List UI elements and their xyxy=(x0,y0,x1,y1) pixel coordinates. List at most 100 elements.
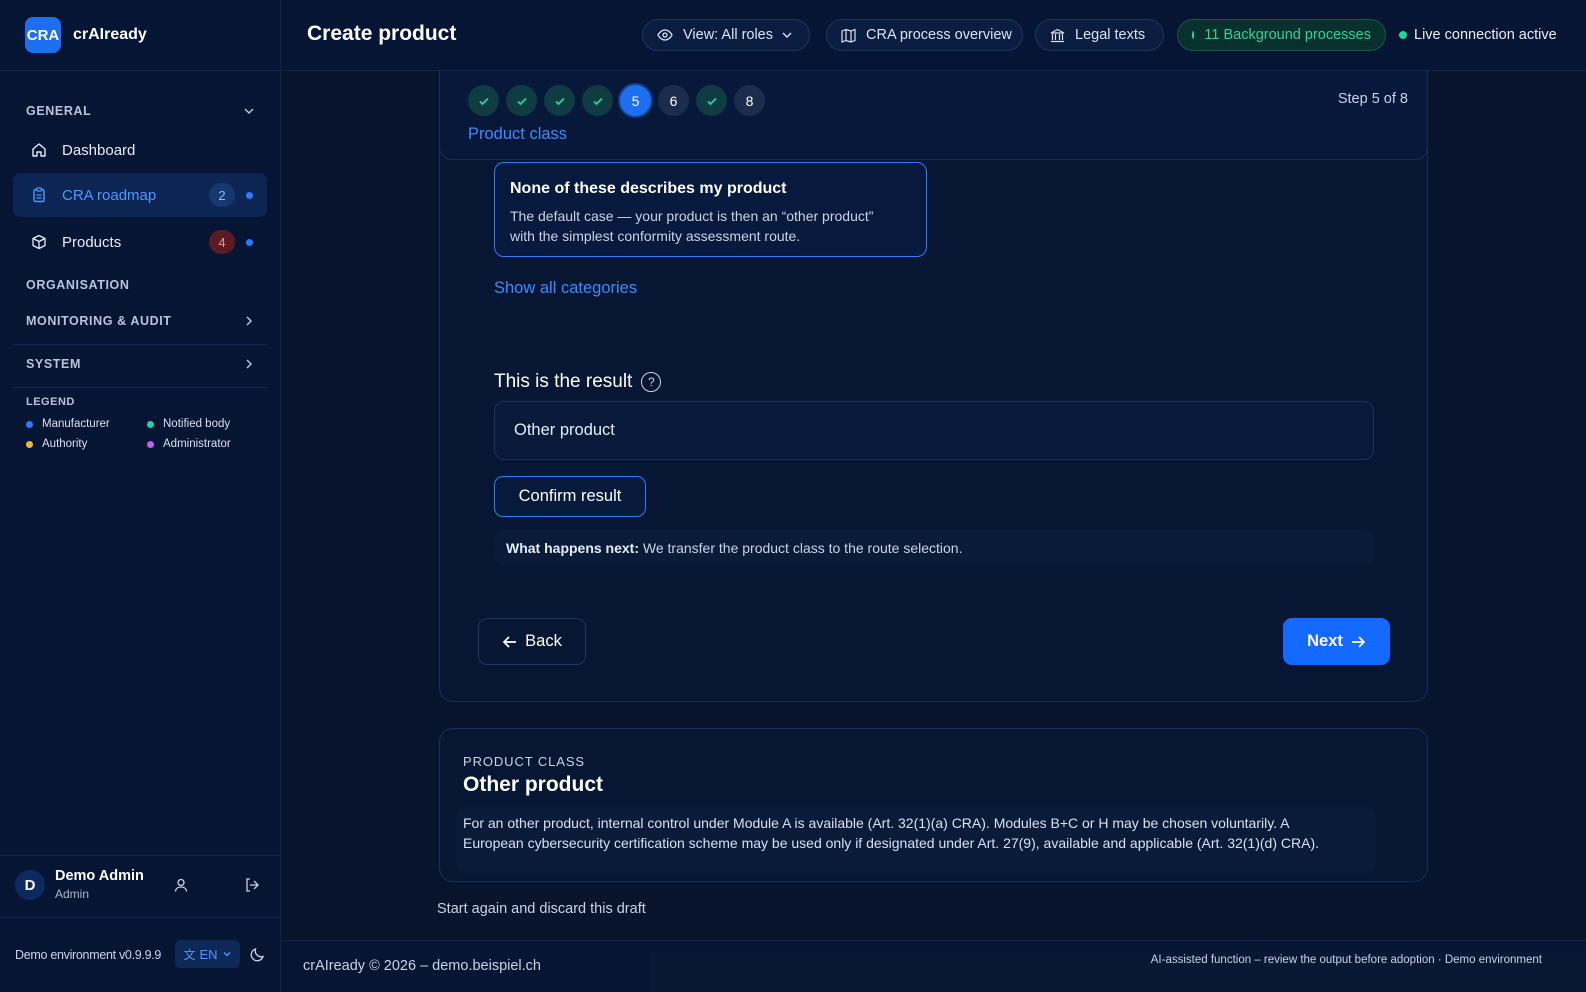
next-steps-note: What happens next: We transfer the produ… xyxy=(494,530,1374,565)
view-roles-dropdown[interactable]: View: All roles xyxy=(642,19,810,51)
step-7-done[interactable] xyxy=(696,85,727,116)
option-none-of-these[interactable]: None of these describes my product The d… xyxy=(494,162,927,257)
legal-texts-button[interactable]: Legal texts xyxy=(1035,19,1164,51)
check-icon xyxy=(478,97,489,105)
unread-dot xyxy=(246,191,253,199)
legend-item-manufacturer: Manufacturer xyxy=(26,418,110,430)
legend-label: Notified body xyxy=(163,418,231,430)
step-1-done[interactable] xyxy=(468,85,499,116)
status-dot xyxy=(1399,31,1407,39)
footer-ai-notice: AI-assisted function – review the output… xyxy=(1150,954,1542,966)
summary-description: For an other product, internal control u… xyxy=(456,807,1376,873)
legend-label: Authority xyxy=(42,438,88,450)
legend-dot xyxy=(26,440,33,448)
help-icon[interactable]: ? xyxy=(641,372,662,392)
next-steps-label: What happens next: xyxy=(506,539,640,556)
nav-section-monitoring[interactable]: MONITORING & AUDIT xyxy=(0,314,281,328)
eye-icon xyxy=(657,28,673,42)
confirm-result-button[interactable]: Confirm result xyxy=(494,476,646,517)
check-icon xyxy=(516,97,527,105)
dark-mode-icon[interactable] xyxy=(250,946,266,967)
background-processes-label: 11 Background processes xyxy=(1204,27,1371,43)
divider xyxy=(0,917,281,918)
step-5-current[interactable]: 5 xyxy=(620,85,651,116)
sidebar: CRA crAIready GENERAL Dashboard CRA road… xyxy=(0,0,281,992)
next-steps-text: We transfer the product class to the rou… xyxy=(639,539,963,556)
legend-item-administrator: Administrator xyxy=(147,438,231,450)
check-icon xyxy=(554,97,565,105)
legend-item-authority: Authority xyxy=(26,438,87,450)
check-icon xyxy=(706,97,717,105)
background-processes-button[interactable]: 11 Background processes xyxy=(1177,19,1386,51)
step-6[interactable]: 6 xyxy=(658,85,689,116)
language-label: EN xyxy=(199,946,218,962)
option-title: None of these describes my product xyxy=(510,180,787,197)
language-select[interactable]: 文 EN xyxy=(175,940,240,968)
legend-dot xyxy=(147,440,154,448)
brand-logo[interactable]: CRA xyxy=(25,17,61,53)
result-field: Other product xyxy=(494,401,1374,460)
divider xyxy=(13,344,267,345)
check-icon xyxy=(592,97,603,105)
sidebar-item-cra-roadmap[interactable]: CRA roadmap 2 xyxy=(13,173,267,217)
env-text: Demo environment v0.9.9.9 xyxy=(15,948,162,962)
legend-label: Manufacturer xyxy=(42,418,110,430)
clipboard-icon xyxy=(31,187,47,203)
nav-section-organisation[interactable]: ORGANISATION xyxy=(0,278,281,292)
topbar: Create product View: All roles CRA proce… xyxy=(281,0,1586,71)
products-count-badge: 4 xyxy=(209,230,235,254)
nav-section-monitoring-label: MONITORING & AUDIT xyxy=(26,314,172,328)
chevron-right-icon xyxy=(246,359,253,369)
step-3-done[interactable] xyxy=(544,85,575,116)
step-2-done[interactable] xyxy=(506,85,537,116)
legend-title: LEGEND xyxy=(26,396,75,408)
brand-name[interactable]: crAIready xyxy=(73,26,147,44)
user-profile-icon[interactable] xyxy=(173,877,189,898)
current-step-title: Product class xyxy=(468,125,568,143)
result-heading-text: This is the result xyxy=(494,371,633,392)
product-class-summary: PRODUCT CLASS Other product For an other… xyxy=(439,728,1428,882)
cra-process-overview-label: CRA process overview xyxy=(866,27,1012,43)
step-4-done[interactable] xyxy=(582,85,613,116)
box-icon xyxy=(31,234,47,250)
view-roles-label: View: All roles xyxy=(683,27,773,43)
logout-icon[interactable] xyxy=(244,877,261,898)
cra-process-overview-button[interactable]: CRA process overview xyxy=(826,19,1023,51)
arrow-left-icon xyxy=(502,635,517,648)
sidebar-item-label: Dashboard xyxy=(62,141,136,159)
step-8[interactable]: 8 xyxy=(734,85,765,116)
discard-draft-link[interactable]: Start again and discard this draft xyxy=(437,901,646,917)
nav-section-general[interactable]: GENERAL xyxy=(0,104,281,118)
roadmap-count-badge: 2 xyxy=(209,183,235,207)
summary-line: For an other product, internal control u… xyxy=(463,815,1290,831)
summary-kicker: PRODUCT CLASS xyxy=(463,754,585,769)
summary-title: Other product xyxy=(463,773,603,796)
chevron-down-icon xyxy=(782,32,792,38)
divider xyxy=(0,855,281,856)
nav-section-system[interactable]: SYSTEM xyxy=(0,357,281,371)
sidebar-item-label: CRA roadmap xyxy=(62,186,157,204)
show-all-categories-link[interactable]: Show all categories xyxy=(494,279,637,298)
summary-line: European cybersecurity certification sch… xyxy=(463,835,1319,851)
next-label: Next xyxy=(1307,632,1343,650)
sidebar-item-dashboard[interactable]: Dashboard xyxy=(13,128,267,172)
divider xyxy=(13,387,267,388)
chevron-down-icon xyxy=(223,952,230,957)
user-role: Admin xyxy=(55,887,90,901)
arrow-right-icon xyxy=(1351,635,1366,648)
sidebar-item-products[interactable]: Products 4 xyxy=(13,220,267,264)
chevron-down-icon xyxy=(244,108,254,115)
nav-section-general-label: GENERAL xyxy=(26,104,92,118)
option-description: The default case — your product is then … xyxy=(510,206,911,246)
legend-dot xyxy=(147,420,154,428)
stepper: 5 6 8 Step 5 of 8 Product class xyxy=(439,71,1428,160)
avatar[interactable]: D xyxy=(15,870,45,900)
home-icon xyxy=(31,142,47,158)
live-connection-status: Live connection active xyxy=(1399,27,1557,43)
user-name: Demo Admin xyxy=(55,868,144,884)
unread-dot xyxy=(246,238,253,246)
back-button[interactable]: Back xyxy=(478,618,586,665)
option-description-line: The default case — your product is then … xyxy=(510,208,874,224)
next-button[interactable]: Next xyxy=(1283,618,1390,665)
result-heading: This is the result ? xyxy=(494,371,662,393)
